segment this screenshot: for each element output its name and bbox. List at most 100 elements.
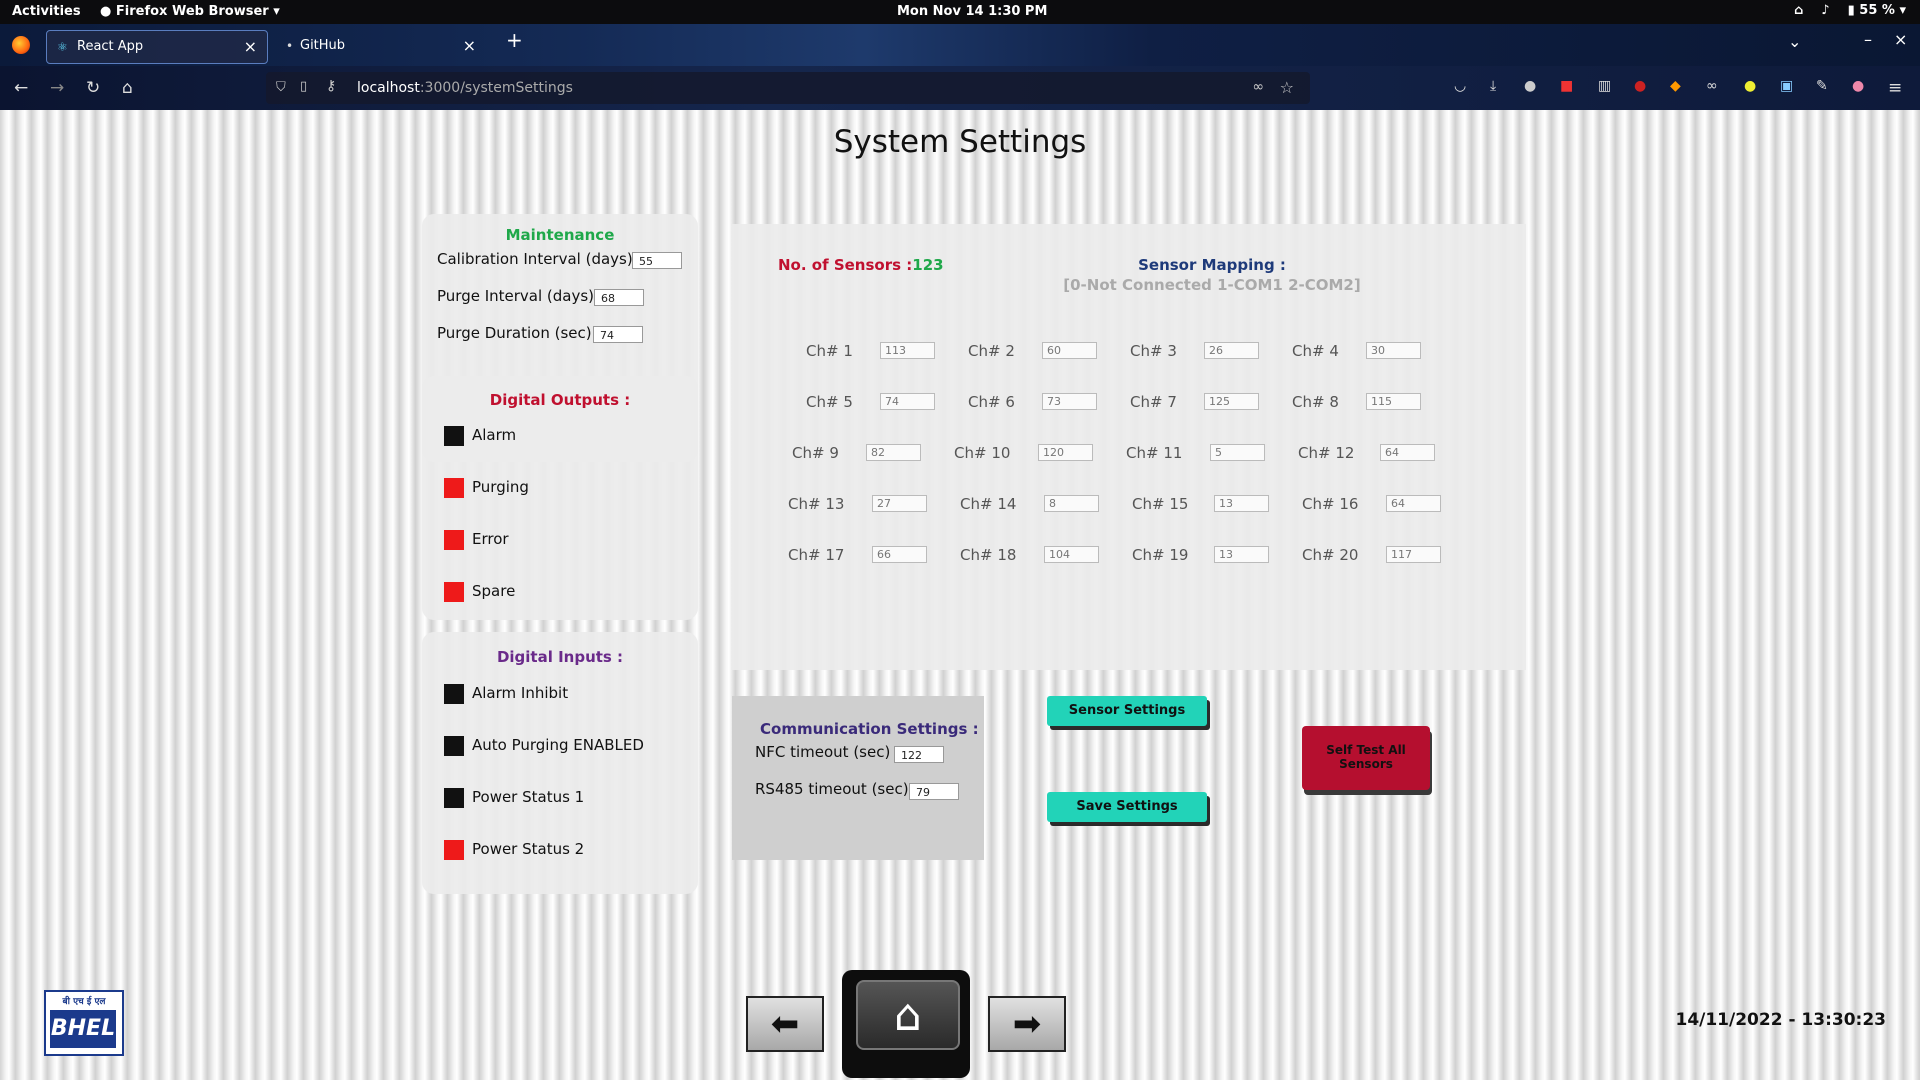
pocket-icon[interactable]: ◡ <box>1454 78 1466 94</box>
save-settings-button[interactable]: Save Settings <box>1047 792 1207 822</box>
channel-input[interactable]: 8 <box>1044 495 1099 512</box>
browser-nav-bar: ← → ↻ ⌂ ⛉ ▯ ⚷ localhost:3000/systemSetti… <box>0 66 1920 110</box>
channel-input[interactable]: 60 <box>1042 342 1097 359</box>
nfc-timeout-input[interactable]: 122 <box>894 746 944 763</box>
calibration-interval-input[interactable]: 55 <box>632 252 682 269</box>
page-title: System Settings <box>833 124 1087 160</box>
channel-input[interactable]: 27 <box>872 495 927 512</box>
url-text[interactable]: localhost:3000/systemSettings <box>357 80 573 96</box>
right-arrow-icon: ➡ <box>1012 1004 1042 1044</box>
forward-icon[interactable]: → <box>50 78 64 98</box>
self-test-line2: Sensors <box>1339 757 1393 771</box>
channel-input[interactable]: 13 <box>1214 495 1269 512</box>
sensor-mapping-title: Sensor Mapping : <box>1138 256 1286 274</box>
close-window-icon[interactable]: × <box>1894 30 1907 49</box>
url-bar[interactable]: ⛉ ▯ ⚷ localhost:3000/systemSettings ∞ ☆ <box>266 72 1310 104</box>
bookmark-star-icon[interactable]: ☆ <box>1280 78 1294 97</box>
channel-label: Ch# 3 <box>1130 342 1177 360</box>
extension-icon[interactable]: ▣ <box>1780 78 1793 94</box>
power-status-1-indicator <box>444 788 464 808</box>
channel-input[interactable]: 104 <box>1044 546 1099 563</box>
channel-input[interactable]: 26 <box>1204 342 1259 359</box>
channel-label: Ch# 16 <box>1302 495 1359 513</box>
system-clock[interactable]: Mon Nov 14 1:30 PM <box>897 4 1047 19</box>
hamburger-menu-icon[interactable]: ≡ <box>1888 78 1902 98</box>
profile-icon[interactable]: ● <box>1852 78 1864 94</box>
firefox-icon: ● <box>100 4 116 19</box>
close-tab-icon[interactable]: × <box>463 36 476 55</box>
channel-input[interactable]: 73 <box>1042 393 1097 410</box>
extension-icon[interactable]: ◆ <box>1670 78 1681 94</box>
shield-icon[interactable]: ⛉ <box>276 80 286 95</box>
channel-input[interactable]: 117 <box>1386 546 1441 563</box>
channel-input[interactable]: 120 <box>1038 444 1093 461</box>
channel-input[interactable]: 13 <box>1214 546 1269 563</box>
battery-icon: ▮ <box>1847 3 1855 18</box>
tab-list-icon[interactable]: ⌄ <box>1788 32 1801 51</box>
channel-input[interactable]: 5 <box>1210 444 1265 461</box>
new-tab-icon[interactable]: + <box>506 28 523 52</box>
current-datetime: 14/11/2022 - 13:30:23 <box>1675 1010 1886 1030</box>
forward-nav-button[interactable]: ➡ <box>988 996 1066 1052</box>
logo-text: BHEL <box>50 1010 116 1048</box>
channel-label: Ch# 14 <box>960 495 1017 513</box>
minimize-icon[interactable]: – <box>1864 30 1872 49</box>
back-icon[interactable]: ← <box>14 78 28 98</box>
power-status-2-label: Power Status 2 <box>472 840 585 858</box>
logo-hindi-text: बी एच ई एल <box>62 997 106 1007</box>
close-tab-icon[interactable]: × <box>244 37 257 56</box>
back-nav-button[interactable]: ⬅ <box>746 996 824 1052</box>
self-test-all-sensors-button[interactable]: Self Test All Sensors <box>1302 726 1430 790</box>
auto-purging-indicator <box>444 736 464 756</box>
extension-icon[interactable]: ▥ <box>1598 78 1611 94</box>
channel-input[interactable]: 82 <box>866 444 921 461</box>
sensor-count: No. of Sensors :123 <box>778 256 944 274</box>
spare-output-label: Spare <box>472 582 516 600</box>
left-arrow-icon: ⬅ <box>770 1004 800 1044</box>
power-status-2-indicator <box>444 840 464 860</box>
nfc-timeout-label: NFC timeout (sec) <box>755 743 891 761</box>
purge-duration-input[interactable]: 74 <box>593 326 643 343</box>
rs485-timeout-input[interactable]: 79 <box>909 783 959 800</box>
home-icon[interactable]: ⌂ <box>122 78 133 98</box>
channel-input[interactable]: 125 <box>1204 393 1259 410</box>
channel-input[interactable]: 115 <box>1366 393 1421 410</box>
purge-interval-input[interactable]: 68 <box>594 289 644 306</box>
page-info-icon[interactable]: ▯ <box>300 79 307 94</box>
channel-input[interactable]: 113 <box>880 342 935 359</box>
extension-icon[interactable]: ∞ <box>1706 78 1718 94</box>
tab-react-app[interactable]: ⚛ React App × <box>46 30 268 64</box>
channel-input[interactable]: 66 <box>872 546 927 563</box>
alarm-inhibit-label: Alarm Inhibit <box>472 684 569 702</box>
power-status-1-label: Power Status 1 <box>472 788 585 806</box>
reload-icon[interactable]: ↻ <box>86 78 100 98</box>
activities-button[interactable]: Activities <box>12 4 81 19</box>
reader-icon[interactable]: ∞ <box>1252 79 1264 95</box>
channel-label: Ch# 4 <box>1292 342 1339 360</box>
channel-input[interactable]: 64 <box>1380 444 1435 461</box>
purge-duration-label: Purge Duration (sec) <box>437 324 592 342</box>
extension-icon[interactable]: ■ <box>1560 78 1573 94</box>
channel-input[interactable]: 30 <box>1366 342 1421 359</box>
system-tray[interactable]: ⌂ ♪ ▮ 55 % ▾ <box>1794 3 1906 18</box>
extension-icon[interactable]: ● <box>1524 78 1536 94</box>
communication-settings-heading: Communication Settings : <box>760 720 979 738</box>
tab-github[interactable]: • GitHub × <box>276 30 486 62</box>
key-icon[interactable]: ⚷ <box>326 78 336 94</box>
extension-icon[interactable]: ● <box>1744 78 1756 94</box>
channel-input[interactable]: 74 <box>880 393 935 410</box>
channel-input[interactable]: 64 <box>1386 495 1441 512</box>
channel-label: Ch# 10 <box>954 444 1011 462</box>
app-menu[interactable]: ● Firefox Web Browser ▾ <box>100 4 280 19</box>
firefox-menu-icon[interactable] <box>12 36 30 54</box>
digital-inputs-heading: Digital Inputs : <box>496 648 624 666</box>
ublock-icon[interactable]: ● <box>1634 78 1646 94</box>
home-icon: ⌂ <box>894 989 922 1041</box>
browser-tab-bar: ⚛ React App × • GitHub × + ⌄ – × <box>0 24 1920 66</box>
home-nav-button[interactable]: ⌂ <box>842 970 970 1078</box>
sensor-mapping-legend: [0-Not Connected 1-COM1 2-COM2] <box>1063 276 1361 294</box>
downloads-icon[interactable]: ⤓ <box>1490 78 1496 94</box>
pen-icon[interactable]: ✎ <box>1816 78 1828 94</box>
sensor-settings-button[interactable]: Sensor Settings <box>1047 696 1207 726</box>
channel-label: Ch# 2 <box>968 342 1015 360</box>
